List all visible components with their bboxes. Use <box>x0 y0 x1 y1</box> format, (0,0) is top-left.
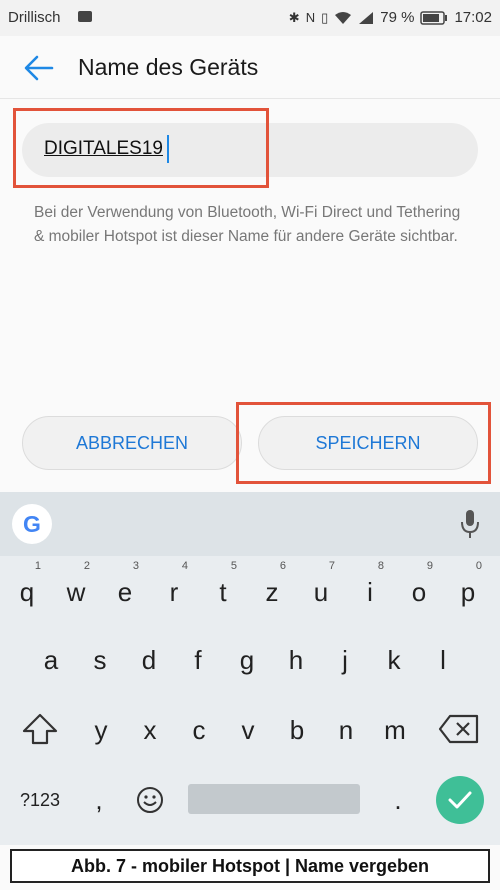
key-f[interactable]: f <box>174 634 222 686</box>
key-label: r <box>169 577 179 607</box>
emoji-icon[interactable] <box>136 786 164 814</box>
google-icon[interactable]: G <box>12 504 52 544</box>
key-o[interactable]: 9o <box>395 560 443 618</box>
enter-button[interactable] <box>436 776 484 824</box>
key-label: e <box>117 577 133 607</box>
key-hint: 8 <box>377 560 384 572</box>
key-s[interactable]: s <box>76 634 124 686</box>
back-arrow-icon[interactable] <box>22 51 56 85</box>
microphone-icon[interactable] <box>458 508 482 540</box>
key-c[interactable]: c <box>175 704 223 756</box>
battery-percent: 79 % <box>380 9 415 26</box>
symbols-key[interactable]: ?123 <box>10 774 70 826</box>
carrier-name: Drillisch <box>8 9 61 26</box>
key-i[interactable]: 8i <box>346 560 394 618</box>
key-hint: 9 <box>426 560 433 572</box>
highlight-box-save <box>236 402 491 484</box>
figure-caption: Abb. 7 - mobiler Hotspot | Name vergeben <box>10 849 490 883</box>
key-label: i <box>367 577 373 607</box>
nfc-icon: N <box>305 10 316 25</box>
battery-icon <box>420 10 448 25</box>
key-label: p <box>460 577 476 607</box>
mail-icon <box>78 11 92 22</box>
key-label: q <box>19 577 35 607</box>
key-a[interactable]: a <box>27 634 75 686</box>
key-e[interactable]: 3e <box>101 560 149 618</box>
period-key[interactable]: . <box>374 774 422 826</box>
key-k[interactable]: k <box>370 634 418 686</box>
vibrate-icon: ▯ <box>321 9 329 25</box>
status-bar: Drillisch ✱ N ▯ 79 % 17:02 <box>0 0 500 36</box>
key-hint: 2 <box>83 560 90 572</box>
key-hint: 1 <box>34 560 41 572</box>
key-j[interactable]: j <box>321 634 369 686</box>
key-g[interactable]: g <box>223 634 271 686</box>
key-label: z <box>265 577 279 607</box>
highlight-box-input <box>13 108 269 188</box>
key-u[interactable]: 7u <box>297 560 345 618</box>
key-w[interactable]: 2w <box>52 560 100 618</box>
key-t[interactable]: 5t <box>199 560 247 618</box>
signal-icon <box>359 11 374 24</box>
key-label: t <box>219 577 227 607</box>
key-x[interactable]: x <box>126 704 174 756</box>
app-bar: Name des Geräts <box>0 36 500 99</box>
key-z[interactable]: 6z <box>248 560 296 618</box>
key-p[interactable]: 0p <box>444 560 492 618</box>
wifi-icon <box>335 11 352 24</box>
key-hint: 3 <box>132 560 139 572</box>
key-b[interactable]: b <box>273 704 321 756</box>
cancel-button[interactable]: ABBRECHEN <box>22 416 242 470</box>
keyboard: G 1q2w3e4r5t6z7u8i9o0p asdfghjkl yxcvbnm… <box>0 492 500 845</box>
page-title: Name des Geräts <box>78 54 259 80</box>
clock: 17:02 <box>454 9 492 26</box>
key-n[interactable]: n <box>322 704 370 756</box>
key-l[interactable]: l <box>419 634 467 686</box>
key-label: o <box>411 577 427 607</box>
bluetooth-icon: ✱ <box>288 9 300 25</box>
key-h[interactable]: h <box>272 634 320 686</box>
key-y[interactable]: y <box>77 704 125 756</box>
key-q[interactable]: 1q <box>3 560 51 618</box>
shift-icon[interactable] <box>20 712 60 746</box>
key-v[interactable]: v <box>224 704 272 756</box>
key-hint: 7 <box>328 560 335 572</box>
key-hint: 4 <box>181 560 188 572</box>
comma-key[interactable]: , <box>75 774 123 826</box>
key-r[interactable]: 4r <box>150 560 198 618</box>
checkmark-icon <box>448 791 472 809</box>
key-d[interactable]: d <box>125 634 173 686</box>
suggestion-strip: G <box>0 492 500 556</box>
key-hint: 0 <box>475 560 482 572</box>
help-text: Bei der Verwendung von Bluetooth, Wi-Fi … <box>34 204 461 245</box>
space-bar[interactable] <box>188 784 360 814</box>
key-m[interactable]: m <box>371 704 419 756</box>
key-label: w <box>66 577 86 607</box>
key-hint: 6 <box>279 560 286 572</box>
backspace-icon[interactable] <box>438 714 480 744</box>
key-label: u <box>313 577 329 607</box>
key-hint: 5 <box>230 560 237 572</box>
